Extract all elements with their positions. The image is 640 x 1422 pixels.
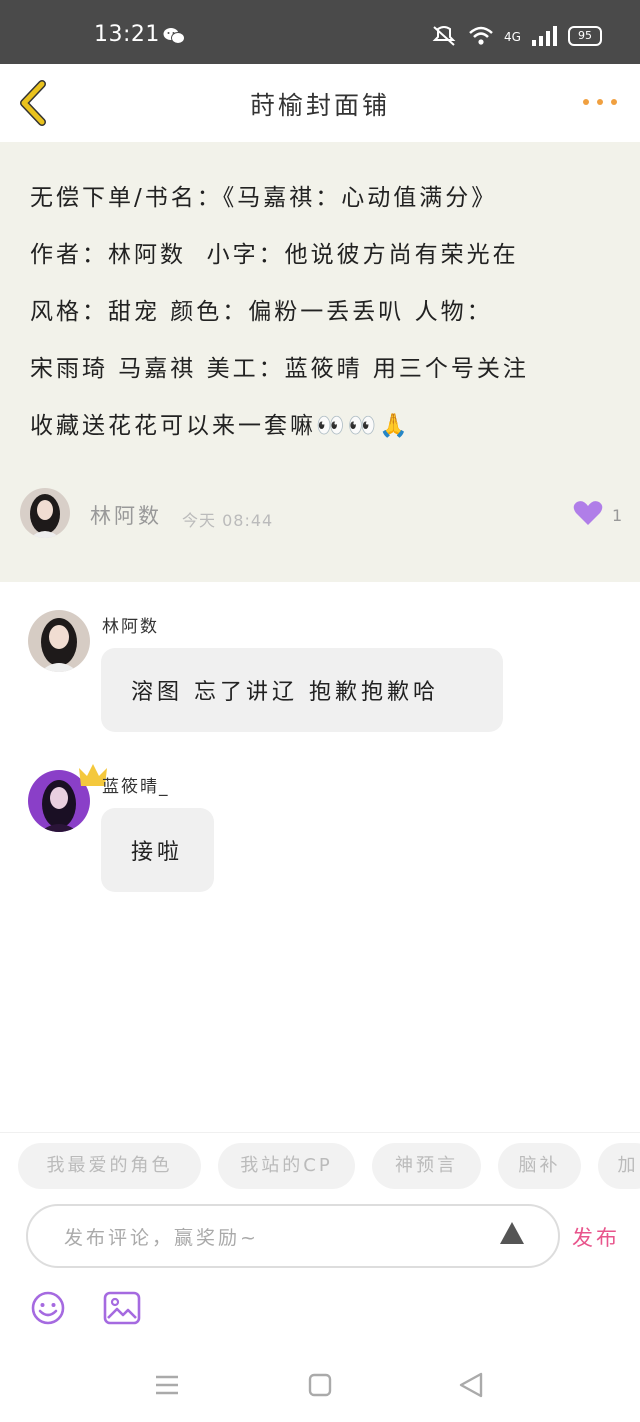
suggestion-tags: 我最爱的角色 我站的CP 神预言 脑补 加 — [0, 1132, 640, 1203]
status-bar: 13:21 4G 95 — [0, 0, 640, 64]
avatar-image — [28, 610, 90, 672]
top-app-bar: 莳榆封面铺 — [0, 64, 640, 143]
status-icons: 4G 95 — [430, 24, 602, 48]
menu-icon[interactable] — [150, 1368, 184, 1402]
comment-author[interactable]: 林阿数 — [102, 612, 159, 637]
post-content: 无偿下单/书名：《马嘉祺：心动值满分》 作者：林阿数 小字：他说彼方尚有荣光在 … — [30, 185, 529, 439]
mute-icon — [432, 26, 456, 46]
comment-input[interactable] — [62, 1220, 486, 1256]
more-dots-icon[interactable] — [580, 96, 620, 108]
home-square-icon[interactable] — [303, 1368, 337, 1402]
wifi-icon — [469, 26, 493, 45]
comment-author[interactable]: 蓝筱晴_ — [102, 772, 170, 797]
battery-level: 95 — [578, 29, 592, 42]
signal-icon — [532, 26, 557, 46]
battery-icon: 95 — [568, 26, 602, 46]
status-time: 13:21 — [94, 22, 160, 47]
svg-text:4G: 4G — [504, 30, 521, 44]
comment-avatar[interactable] — [28, 610, 90, 672]
system-nav-bar — [0, 1352, 640, 1422]
comment-text: 接啦 — [131, 840, 184, 865]
comment-bubble: 接啦 — [101, 808, 214, 892]
tag-chip[interactable]: 我站的CP — [218, 1143, 355, 1189]
publish-button[interactable]: 发布 — [572, 1222, 620, 1252]
comment-text: 溶图 忘了讲辽 抱歉抱歉哈 — [131, 680, 439, 705]
post-card: 无偿下单/书名：《马嘉祺：心动值满分》 作者：林阿数 小字：他说彼方尚有荣光在 … — [0, 142, 640, 582]
post-author-name[interactable]: 林阿数 — [90, 500, 162, 530]
heart-icon[interactable] — [573, 500, 603, 526]
emoji-icon[interactable] — [28, 1288, 68, 1328]
comment-bubble: 溶图 忘了讲辽 抱歉抱歉哈 — [101, 648, 503, 732]
comment-input-box[interactable] — [26, 1204, 560, 1268]
wechat-icon — [163, 28, 185, 44]
like-count: 1 — [612, 506, 623, 525]
post-time: 今天 08:44 — [182, 511, 274, 530]
post-author-avatar[interactable] — [20, 488, 70, 538]
tag-chip[interactable]: 脑补 — [498, 1143, 581, 1189]
tag-chip[interactable]: 神预言 — [372, 1143, 481, 1189]
tag-chip[interactable]: 加 — [598, 1143, 640, 1189]
back-triangle-icon[interactable] — [455, 1368, 489, 1402]
image-icon[interactable] — [102, 1288, 142, 1328]
avatar-image — [20, 488, 70, 538]
page-title: 莳榆封面铺 — [249, 91, 390, 120]
volte-icon: 4G — [504, 30, 521, 44]
triangle-up-icon[interactable] — [498, 1220, 526, 1246]
tag-chip[interactable]: 我最爱的角色 — [18, 1143, 201, 1189]
